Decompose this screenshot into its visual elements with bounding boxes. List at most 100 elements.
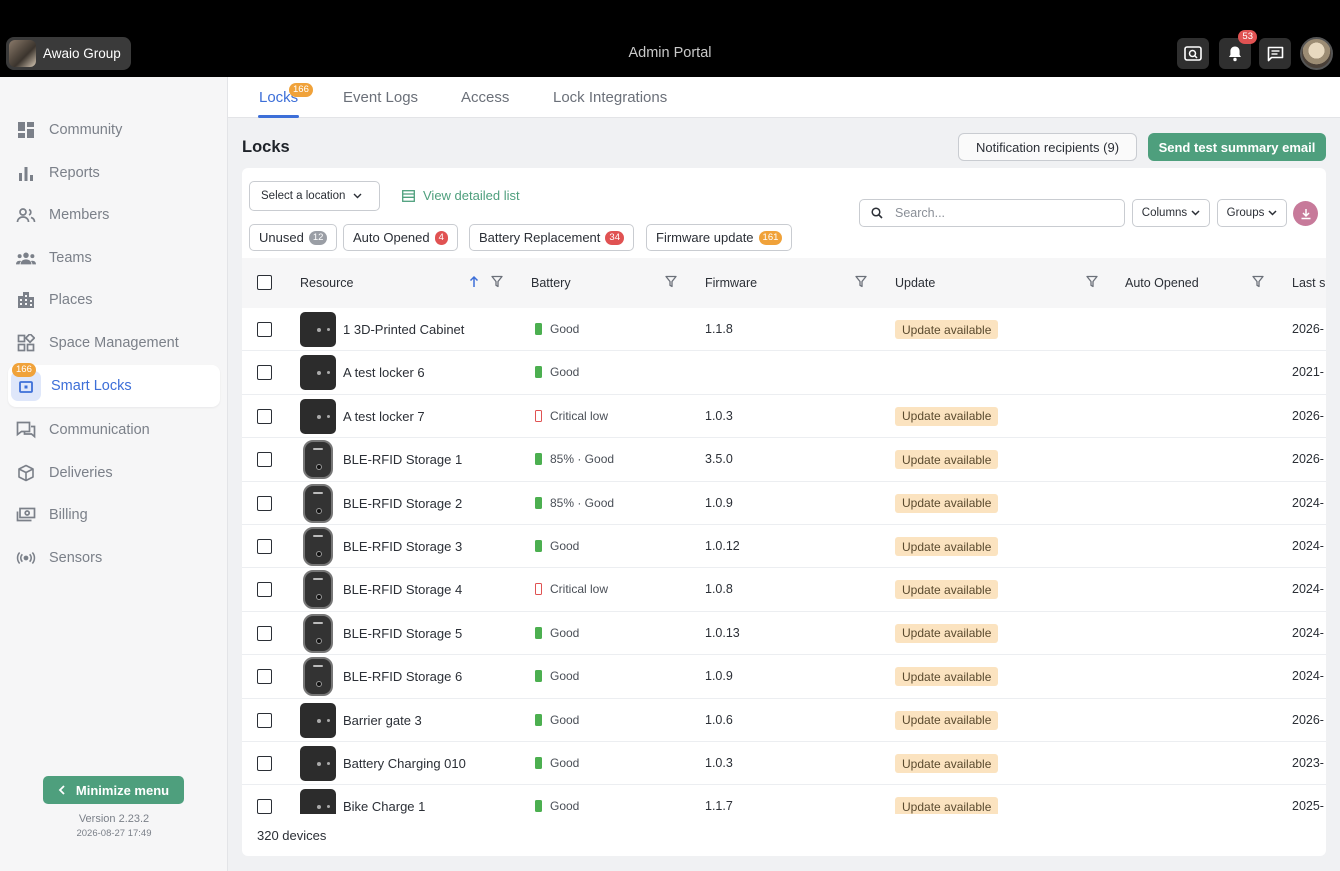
send-test-summary-button[interactable]: Send test summary email (1148, 133, 1326, 161)
battery-status: Good (550, 669, 580, 684)
user-avatar[interactable] (1300, 37, 1333, 70)
row-checkbox[interactable] (257, 365, 272, 381)
resource-name[interactable]: BLE-RFID Storage 6 (343, 669, 462, 684)
sidebar-item-deliveries[interactable]: Deliveries (8, 452, 220, 494)
resource-name[interactable]: BLE-RFID Storage 2 (343, 496, 462, 511)
sort-ascending-icon[interactable] (469, 275, 479, 288)
update-badge: Update available (895, 710, 999, 730)
update-badge: Update available (895, 450, 999, 470)
columns-dropdown[interactable]: Columns (1132, 199, 1210, 227)
sidebar-item-members[interactable]: Members (8, 194, 220, 236)
column-header-firmware[interactable]: Firmware (705, 276, 757, 290)
location-select[interactable]: Select a location (249, 181, 380, 211)
filter-icon[interactable] (491, 275, 503, 288)
sidebar-item-space-management[interactable]: Space Management (8, 322, 220, 364)
row-checkbox[interactable] (257, 625, 272, 641)
sidebar-item-sensors[interactable]: Sensors (8, 537, 220, 579)
row-checkbox[interactable] (257, 712, 272, 728)
tab-lock-integrations[interactable]: Lock Integrations (553, 89, 667, 106)
resource-name[interactable]: Battery Charging 010 (343, 756, 466, 771)
table-row[interactable]: BLE-RFID Storage 4 Critical low 1.0.8 Updat… (242, 568, 1326, 612)
resource-name[interactable]: A test locker 6 (343, 365, 425, 380)
table-row[interactable]: A test locker 7 Critical low 1.0.3 Update a… (242, 395, 1326, 439)
row-checkbox[interactable] (257, 408, 272, 424)
row-checkbox[interactable] (257, 495, 272, 511)
sidebar-item-label: Members (49, 207, 110, 223)
location-select-label: Select a location (261, 190, 346, 202)
row-checkbox[interactable] (257, 582, 272, 598)
column-header-auto-opened[interactable]: Auto Opened (1125, 276, 1199, 290)
table-row[interactable]: Barrier gate 3 Good 1.0.6 Update available 2… (242, 699, 1326, 742)
table-row[interactable]: BLE-RFID Storage 2 85% · Good 1.0.9 Update … (242, 482, 1326, 525)
tab-access[interactable]: Access (461, 89, 509, 106)
column-header-last-seen[interactable]: Last s (1292, 276, 1325, 290)
sidebar-item-billing[interactable]: Billing (8, 494, 220, 536)
column-header-update[interactable]: Update (895, 276, 935, 290)
update-badge: Update available (895, 797, 999, 814)
row-checkbox[interactable] (257, 452, 272, 468)
resource-name[interactable]: 1 3D-Printed Cabinet (343, 322, 464, 337)
sidebar-item-label: Space Management (49, 335, 179, 351)
row-checkbox[interactable] (257, 799, 272, 814)
groups-label: Groups (1226, 207, 1265, 219)
row-checkbox[interactable] (257, 322, 272, 337)
table-row[interactable]: BLE-RFID Storage 3 Good 1.0.12 Update avail… (242, 525, 1326, 569)
column-header-resource[interactable]: Resource (300, 276, 354, 290)
table-row[interactable]: A test locker 6 Good 2021- (242, 351, 1326, 395)
filter-chip-auto-opened[interactable]: Auto Opened 4 (343, 224, 458, 251)
table-row[interactable]: BLE-RFID Storage 5 Good 1.0.13 Update avail… (242, 612, 1326, 656)
minimize-menu-button[interactable]: Minimize menu (43, 776, 184, 804)
filter-icon[interactable] (1252, 275, 1264, 288)
messages-button[interactable] (1259, 38, 1291, 69)
resource-name[interactable]: Bike Charge 1 (343, 799, 425, 814)
resource-name[interactable]: BLE-RFID Storage 4 (343, 582, 462, 597)
resource-name[interactable]: BLE-RFID Storage 5 (343, 626, 462, 641)
resource-name[interactable]: Barrier gate 3 (343, 713, 422, 728)
filter-icon[interactable] (855, 275, 867, 288)
view-detailed-list-link[interactable]: View detailed list (402, 188, 520, 203)
column-header-battery[interactable]: Battery (531, 276, 571, 290)
search-input[interactable] (895, 206, 1095, 220)
filter-chip-unused[interactable]: Unused 12 (249, 224, 338, 251)
resource-name[interactable]: BLE-RFID Storage 3 (343, 539, 462, 554)
firmware-version: 1.0.9 (705, 669, 733, 684)
search-box (859, 199, 1125, 227)
notification-recipients-button[interactable]: Notification recipients (9) (958, 133, 1137, 161)
battery-icon (535, 496, 542, 509)
row-checkbox[interactable] (257, 756, 272, 771)
sidebar-item-reports[interactable]: Reports (8, 152, 220, 194)
last-seen: 2026- (1292, 408, 1324, 423)
filter-chip-battery-replacement[interactable]: Battery Replacement 34 (469, 224, 634, 251)
notifications-button[interactable]: 53 (1219, 30, 1257, 69)
chip-label: Auto Opened (353, 230, 430, 245)
battery-status: Good (550, 539, 580, 553)
select-all-checkbox[interactable] (257, 275, 272, 290)
groups-dropdown[interactable]: Groups (1217, 199, 1287, 227)
table-row[interactable]: Bike Charge 1 Good 1.1.7 Update available 20… (242, 785, 1326, 814)
filter-icon[interactable] (1086, 275, 1098, 288)
table-row[interactable]: BLE-RFID Storage 6 Good 1.0.9 Update availa… (242, 655, 1326, 699)
sidebar-item-community[interactable]: Community (8, 109, 220, 151)
sidebar-item-smart-locks[interactable]: 166 Smart Locks (8, 363, 220, 407)
filter-icon[interactable] (665, 275, 677, 288)
table-row[interactable]: BLE-RFID Storage 1 85% · Good 3.5.0 Update … (242, 438, 1326, 482)
chip-count: 161 (758, 230, 783, 245)
resource-name[interactable]: A test locker 7 (343, 409, 425, 424)
tab-bar: Locks 166 Event Logs Access Lock Integra… (228, 77, 1340, 118)
sidebar-item-teams[interactable]: Teams (8, 237, 220, 279)
resource-name[interactable]: BLE-RFID Storage 1 (343, 452, 462, 467)
row-checkbox[interactable] (257, 539, 272, 554)
sidebar-item-places[interactable]: Places (8, 279, 220, 321)
firmware-version: 1.0.3 (705, 408, 733, 423)
table-row[interactable]: 1 3D-Printed Cabinet Good 1.1.8 Update avai… (242, 308, 1326, 352)
download-icon (1301, 208, 1310, 219)
sidebar-item-communication[interactable]: Communication (8, 409, 220, 451)
table-row[interactable]: Battery Charging 010 Good 1.0.3 Update avai… (242, 742, 1326, 786)
row-checkbox[interactable] (257, 669, 272, 685)
last-seen: 2021- (1292, 365, 1324, 380)
screen-search-button[interactable] (1177, 38, 1209, 69)
download-button[interactable] (1293, 201, 1318, 226)
filter-chip-firmware-update[interactable]: Firmware update 161 (646, 224, 793, 251)
tab-event-logs[interactable]: Event Logs (343, 89, 418, 106)
chat-icon (16, 420, 36, 440)
